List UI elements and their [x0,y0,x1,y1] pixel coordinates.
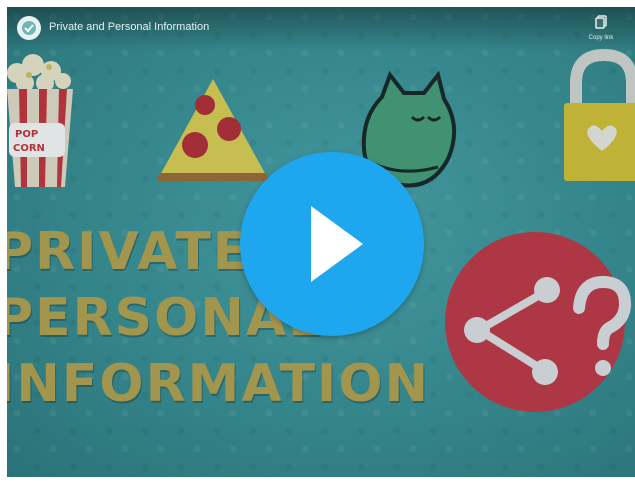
play-icon [311,206,363,282]
headline-line-3: INFORMATION [7,354,431,414]
channel-logo-glyph [22,21,36,35]
play-button[interactable] [240,152,424,336]
share-question-icon [445,232,632,412]
video-player[interactable]: POP CORN PRIVATE PERSONAL INFORMATION Pr… [7,7,635,477]
padlock-heart-icon [564,49,635,181]
popcorn-text-line-1: POP [15,129,38,140]
video-title[interactable]: Private and Personal Information [49,21,209,33]
pizza-icon [157,79,269,181]
channel-logo-icon[interactable] [17,16,41,40]
popcorn-icon: POP CORN [7,54,73,187]
popcorn-text-line-2: CORN [13,143,45,154]
copy-icon [595,15,607,29]
copy-link-label: Copy link [588,35,614,41]
copy-link-button[interactable]: Copy link [581,15,621,41]
player-top-bar: Private and Personal Information Copy li… [7,7,635,51]
